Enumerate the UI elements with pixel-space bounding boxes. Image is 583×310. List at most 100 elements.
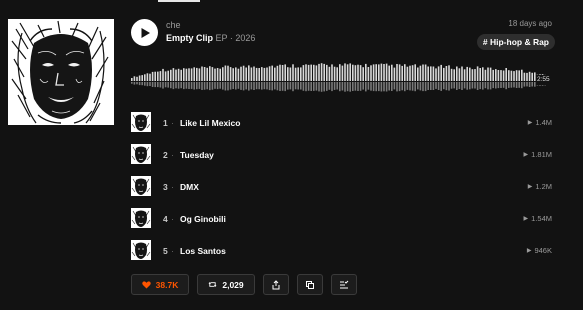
waveform-bar-reflection	[206, 82, 208, 90]
waveform-bar-reflection	[167, 82, 169, 88]
waveform-bar	[331, 64, 333, 81]
waveform-bar-reflection	[380, 82, 383, 92]
waveform-bar	[271, 65, 273, 81]
waveform-bar-reflection	[302, 82, 305, 91]
waveform-bar-reflection	[180, 82, 182, 89]
waveform-bar	[508, 70, 510, 81]
track-number: 4	[163, 214, 168, 224]
waveform-bar	[203, 67, 206, 81]
waveform-bar-reflection	[424, 82, 427, 92]
waveform-bar	[279, 64, 281, 81]
waveform-bar	[487, 67, 489, 81]
release-artwork[interactable]	[8, 19, 114, 125]
waveform-bar	[427, 66, 429, 81]
waveform-bar-reflection	[419, 82, 422, 91]
waveform-bar-reflection	[271, 82, 273, 91]
waveform-bar	[276, 65, 279, 81]
waveform-bar-reflection	[198, 82, 201, 89]
track-artwork[interactable]	[131, 176, 151, 196]
waveform-bar-reflection	[190, 82, 193, 89]
artist-name[interactable]: che	[166, 20, 181, 30]
track-title[interactable]: Tuesday	[180, 150, 214, 160]
track-title[interactable]: Los Santos	[180, 246, 226, 256]
add-to-next-up-icon	[340, 280, 349, 288]
waveform-bar-reflection	[216, 82, 219, 90]
waveform-bar	[157, 71, 159, 81]
waveform-bar	[172, 68, 175, 81]
release-title[interactable]: Empty Clip	[166, 33, 213, 43]
waveform-bar	[154, 71, 156, 81]
waveform-bar-reflection	[268, 82, 271, 91]
waveform-bar	[284, 64, 286, 81]
track-artwork[interactable]	[131, 112, 151, 132]
waveform-bar	[448, 65, 450, 81]
waveform-bar	[479, 68, 481, 81]
track-duration: 2:55	[536, 75, 551, 85]
waveform-bar	[292, 64, 294, 81]
track-title[interactable]: DMX	[180, 182, 199, 192]
waveform-bar	[336, 67, 338, 81]
genre-tag[interactable]: # Hip-hop & Rap	[476, 34, 555, 50]
waveform-bar-reflection	[326, 82, 328, 91]
waveform-bar-reflection	[266, 82, 268, 90]
waveform-bar	[248, 65, 250, 81]
like-button[interactable]: 38.7K	[131, 274, 189, 295]
track-row[interactable]: 2 · Tuesday ▶ 1.81M	[131, 141, 552, 173]
waveform-bar	[500, 70, 502, 81]
waveform-bar-reflection	[479, 82, 481, 90]
waveform-bar	[372, 64, 375, 81]
track-title[interactable]: Like Lil Mexico	[180, 118, 240, 128]
waveform-bar-reflection	[310, 82, 312, 91]
waveform-bar-reflection	[482, 82, 484, 90]
waveform-bar-reflection	[523, 82, 526, 87]
copy-link-button[interactable]	[297, 274, 323, 295]
waveform-bar	[424, 64, 427, 81]
waveform-bar	[170, 69, 172, 81]
play-button[interactable]	[131, 19, 158, 46]
waveform-bar-reflection	[359, 82, 362, 91]
waveform-bar	[515, 70, 518, 81]
track-row[interactable]: 4 · Og Ginobili ▶ 1.54M	[131, 205, 552, 237]
waveform-bar-reflection	[170, 82, 172, 89]
track-separator: ·	[171, 118, 174, 128]
track-artwork[interactable]	[131, 208, 151, 228]
waveform-bar	[380, 63, 383, 81]
waveform-bar	[435, 68, 437, 81]
waveform-bar	[406, 66, 409, 81]
waveform-bar-reflection	[466, 82, 468, 90]
track-row[interactable]: 1 · Like Lil Mexico ▶ 1.4M	[131, 109, 552, 141]
track-title[interactable]: Og Ginobili	[180, 214, 226, 224]
waveform-bar-reflection	[157, 82, 159, 88]
track-number: 1	[163, 118, 168, 128]
waveform-bar	[333, 66, 336, 81]
waveform-bar-reflection	[357, 82, 359, 91]
waveform-bar-reflection	[474, 82, 476, 89]
waveform-bar	[458, 68, 461, 81]
track-artwork[interactable]	[131, 240, 151, 260]
waveform-bar-reflection	[448, 82, 450, 91]
like-count: 38.7K	[155, 279, 179, 290]
waveform-bar	[385, 63, 388, 81]
waveform-bar-reflection	[432, 82, 435, 90]
add-to-next-up-button[interactable]	[331, 274, 357, 295]
track-row[interactable]: 5 · Los Santos ▶ 946K	[131, 237, 552, 269]
track-row[interactable]: 3 · DMX ▶ 1.2M	[131, 173, 552, 205]
waveform-bar-reflection	[279, 82, 281, 91]
waveform-bar-reflection	[289, 82, 292, 90]
waveform-bar	[297, 67, 299, 81]
track-artwork[interactable]	[131, 144, 151, 164]
waveform-bar	[531, 72, 533, 81]
waveform-bar-reflection	[352, 82, 354, 91]
waveform[interactable]	[131, 58, 551, 98]
waveform-bar	[526, 72, 528, 81]
waveform-bar	[193, 67, 195, 81]
waveform-bar-reflection	[232, 82, 234, 89]
waveform-bar-reflection	[497, 82, 500, 89]
track-number: 5	[163, 246, 168, 256]
waveform-bar	[201, 66, 203, 81]
waveform-bar	[445, 66, 448, 81]
repost-button[interactable]: 2,029	[197, 274, 255, 295]
share-button[interactable]	[263, 274, 289, 295]
waveform-bar	[523, 72, 526, 81]
waveform-bar	[489, 67, 492, 81]
